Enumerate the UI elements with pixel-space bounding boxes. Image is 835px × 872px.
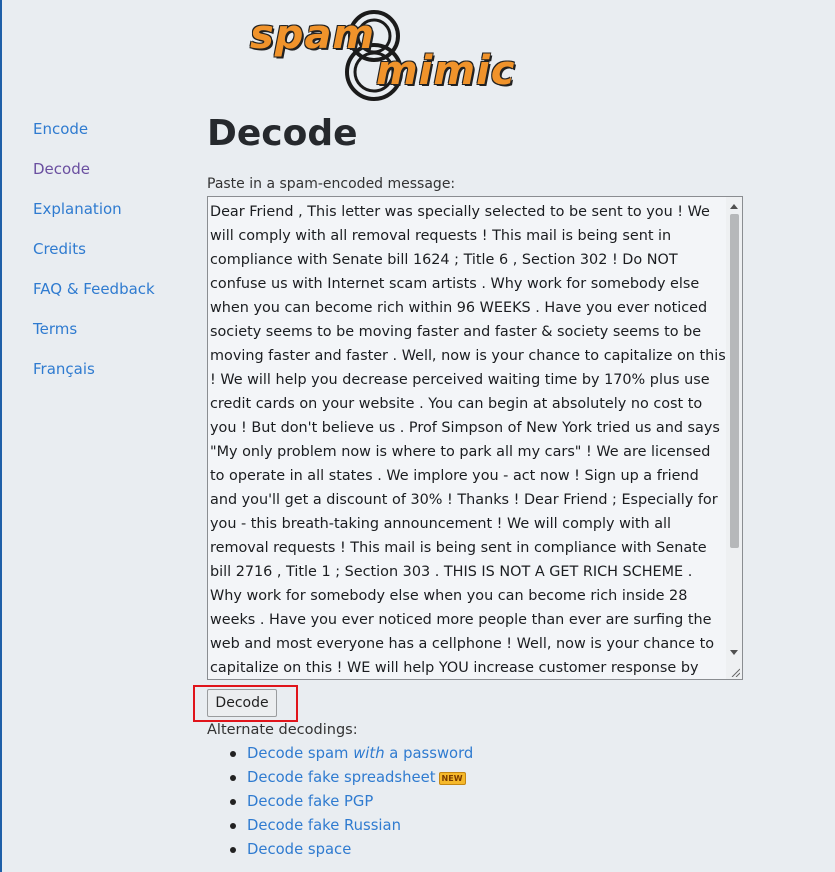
nav-item-francais[interactable]: Français	[33, 358, 155, 398]
decode-fake-russian-link[interactable]: Decode fake Russian	[247, 817, 401, 834]
bullet-icon	[230, 751, 236, 757]
link-text: Decode spam	[247, 745, 354, 762]
resize-grip-icon[interactable]	[731, 668, 740, 677]
decode-button[interactable]: Decode	[207, 689, 277, 717]
new-badge-icon: NEW	[438, 772, 466, 785]
nav-item-encode[interactable]: Encode	[33, 118, 155, 158]
scroll-thumb[interactable]	[730, 214, 739, 548]
decode-fake-spreadsheet-link[interactable]: Decode fake spreadsheet	[247, 769, 436, 786]
nav-item-credits[interactable]: Credits	[33, 238, 155, 278]
link-text: a password	[384, 745, 474, 762]
decode-space-link[interactable]: Decode space	[247, 841, 351, 858]
alternate-decodings-list: Decode spam with a password Decode fake …	[228, 743, 473, 863]
bullet-icon	[230, 823, 236, 829]
logo-word-spam: spam	[250, 12, 376, 58]
bullet-icon	[230, 799, 236, 805]
nav-item-faq-feedback[interactable]: FAQ & Feedback	[33, 278, 155, 318]
page-title: Decode	[207, 113, 358, 154]
list-item: Decode space	[228, 839, 473, 863]
list-item: Decode fake PGP	[228, 791, 473, 815]
scroll-down-arrow-icon[interactable]	[730, 650, 738, 655]
nav-item-terms[interactable]: Terms	[33, 318, 155, 358]
spammimic-logo[interactable]: spam mimic	[246, 6, 515, 104]
alternate-decodings-label: Alternate decodings:	[207, 722, 358, 738]
decode-fake-pgp-link[interactable]: Decode fake PGP	[247, 793, 373, 810]
spam-message-textarea[interactable]: Dear Friend , This letter was specially …	[207, 196, 743, 680]
nav-item-decode[interactable]: Decode	[33, 158, 155, 198]
window-left-edge	[0, 0, 2, 872]
paste-label: Paste in a spam-encoded message:	[207, 176, 456, 192]
scroll-up-arrow-icon[interactable]	[730, 204, 738, 209]
nav-item-explanation[interactable]: Explanation	[33, 198, 155, 238]
sidebar-nav: Encode Decode Explanation Credits FAQ & …	[33, 118, 155, 398]
spam-message-text[interactable]: Dear Friend , This letter was specially …	[210, 200, 726, 676]
link-emphasis: with	[353, 745, 385, 762]
bullet-icon	[230, 775, 236, 781]
logo-word-mimic: mimic	[376, 48, 516, 94]
bullet-icon	[230, 847, 236, 853]
list-item: Decode fake spreadsheet NEW	[228, 767, 473, 791]
link-text: Decode fake spreadsheet	[247, 769, 436, 786]
list-item: Decode spam with a password	[228, 743, 473, 767]
list-item: Decode fake Russian	[228, 815, 473, 839]
textarea-scrollbar[interactable]	[726, 197, 742, 679]
decode-with-password-link[interactable]: Decode spam with a password	[247, 745, 473, 762]
